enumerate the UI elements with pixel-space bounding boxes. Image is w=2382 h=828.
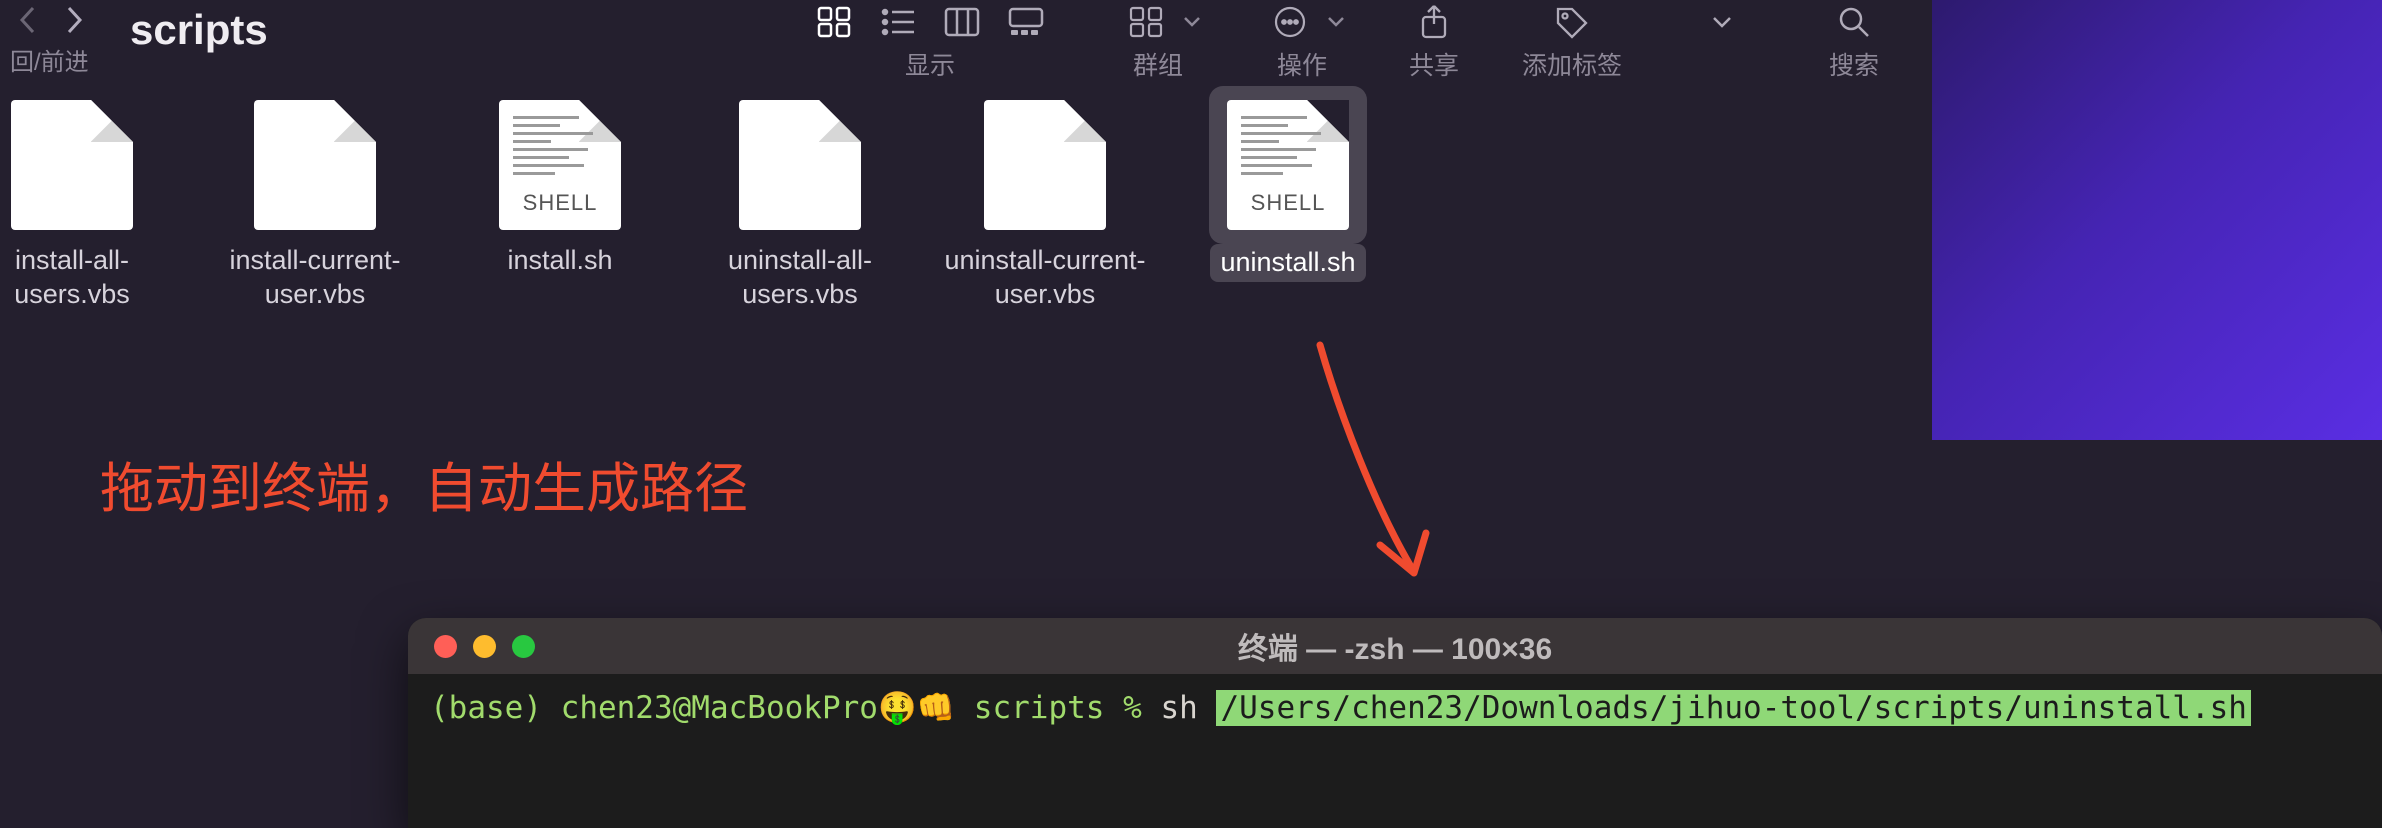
shell-badge: SHELL — [499, 190, 621, 216]
view-switcher: 显示 — [802, 0, 1058, 82]
nav-label: 回/前进 — [10, 42, 94, 77]
prompt-selected-path: /Users/chen23/Downloads/jihuo-tool/scrip… — [1216, 690, 2251, 726]
file-label: uninstall-all- users.vbs — [728, 244, 872, 312]
nav-back-button[interactable] — [8, 2, 48, 38]
file-item[interactable]: uninstall-all- users.vbs — [680, 100, 920, 312]
annotation-arrow — [1280, 335, 1460, 615]
file-label: install-current- user.vbs — [229, 244, 400, 312]
file-icon — [739, 100, 861, 230]
action-menu[interactable]: 操作 — [1258, 0, 1346, 82]
prompt-env: (base) — [430, 690, 561, 726]
file-item[interactable]: SHELL uninstall.sh — [1168, 100, 1408, 282]
view-gallery-button[interactable] — [994, 0, 1058, 44]
file-icon — [984, 100, 1106, 230]
tags-button[interactable]: 添加标签 — [1522, 0, 1622, 82]
file-grid: install-all- users.vbsinstall-current- u… — [0, 100, 1932, 116]
file-label: uninstall-current- user.vbs — [944, 244, 1145, 312]
annotation-text: 拖动到终端，自动生成路径 — [100, 444, 748, 523]
tags-label: 添加标签 — [1522, 46, 1622, 82]
toolbar-overflow[interactable] — [1690, 0, 1754, 75]
terminal-window: 终端 — -zsh — 100×36 (base) chen23@MacBook… — [408, 618, 2382, 828]
share-button[interactable]: 共享 — [1402, 0, 1466, 82]
prompt-command: sh — [1160, 690, 1216, 726]
group-menu[interactable]: 群组 — [1114, 0, 1202, 82]
prompt-emoji: 🤑👊 — [878, 690, 955, 726]
share-label: 共享 — [1409, 46, 1459, 82]
file-item[interactable]: SHELL install.sh — [440, 100, 680, 278]
nav-forward-button[interactable] — [54, 2, 94, 38]
file-item[interactable]: uninstall-current- user.vbs — [925, 100, 1165, 312]
view-icons-button[interactable] — [802, 0, 866, 44]
file-item[interactable]: install-current- user.vbs — [195, 100, 435, 312]
shell-badge: SHELL — [1227, 190, 1349, 216]
view-label: 显示 — [905, 46, 955, 82]
terminal-titlebar[interactable]: 终端 — -zsh — 100×36 — [408, 618, 2382, 674]
group-label: 群组 — [1133, 46, 1183, 82]
action-label: 操作 — [1277, 46, 1327, 82]
file-icon — [11, 100, 133, 230]
finder-toolbar: 回/前进 scripts 显示 — [0, 0, 1932, 100]
file-label: install.sh — [507, 244, 612, 278]
terminal-title: 终端 — -zsh — 100×36 — [408, 624, 2382, 668]
file-label: install-all- users.vbs — [14, 244, 130, 312]
file-label: uninstall.sh — [1210, 244, 1365, 282]
terminal-body[interactable]: (base) chen23@MacBookPro🤑👊 scripts % sh … — [408, 674, 2382, 744]
desktop-background-strip — [1932, 0, 2382, 440]
search-label: 搜索 — [1829, 46, 1879, 82]
file-icon — [254, 100, 376, 230]
file-item[interactable]: install-all- users.vbs — [0, 100, 192, 312]
shell-file-icon: SHELL — [1227, 100, 1349, 230]
chevron-down-icon — [1326, 15, 1346, 29]
shell-file-icon: SHELL — [499, 100, 621, 230]
prompt-dir: scripts — [955, 690, 1123, 726]
prompt-host: chen23@MacBookPro — [561, 690, 878, 726]
view-list-button[interactable] — [866, 0, 930, 44]
chevron-down-icon — [1182, 15, 1202, 29]
view-columns-button[interactable] — [930, 0, 994, 44]
prompt-symbol: % — [1123, 690, 1160, 726]
search-button[interactable]: 搜索 — [1822, 0, 1886, 82]
finder-title: scripts — [130, 6, 268, 54]
